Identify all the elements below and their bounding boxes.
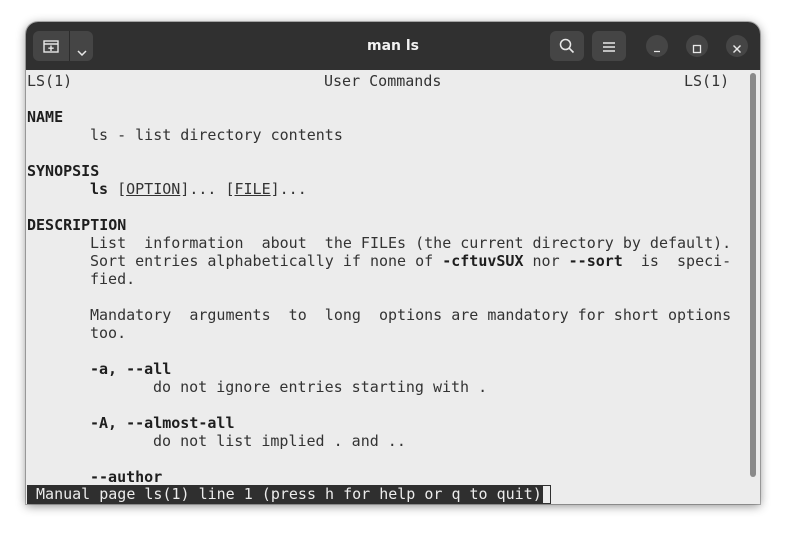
man-header-left: LS(1) xyxy=(27,72,73,90)
section-heading-name: NAME xyxy=(27,108,64,126)
option-author: --author xyxy=(90,468,163,486)
terminal-window: man ls LS(1) User Commands LS(1) NAME ls… xyxy=(26,22,760,504)
synopsis-line: ls [OPTION]... [FILE]... xyxy=(90,180,307,198)
name-text: ls - list directory contents xyxy=(90,126,343,144)
option-all-description: do not ignore entries starting with . xyxy=(153,378,488,396)
close-button[interactable] xyxy=(726,35,748,57)
close-icon xyxy=(732,41,742,53)
man-header-right: LS(1) xyxy=(684,72,730,90)
minimize-button[interactable] xyxy=(646,35,668,57)
maximize-icon xyxy=(692,41,702,54)
pager-status-line: Manual page ls(1) line 1 (press h for he… xyxy=(27,485,542,504)
description-text: nor xyxy=(523,252,569,270)
description-line: Sort entries alphabetically if none of -… xyxy=(90,252,731,270)
menu-button[interactable] xyxy=(592,31,626,61)
search-button[interactable] xyxy=(550,31,584,61)
description-line: List information about the FILEs (the cu… xyxy=(90,234,732,252)
description-line: Mandatory arguments to long options are … xyxy=(90,306,732,324)
minimize-icon xyxy=(652,41,662,53)
chevron-down-icon xyxy=(76,43,87,57)
description-line: fied. xyxy=(90,270,136,288)
man-header-center: User Commands xyxy=(324,72,442,90)
synopsis-option: OPTION xyxy=(126,180,181,198)
text-cursor xyxy=(542,485,551,504)
terminal-content[interactable]: LS(1) User Commands LS(1) NAME ls - list… xyxy=(26,70,760,504)
description-line: too. xyxy=(90,324,127,342)
search-icon xyxy=(559,38,575,54)
option-all: -a, --all xyxy=(90,360,172,378)
scrollbar[interactable] xyxy=(750,73,756,477)
synopsis-command: ls xyxy=(90,180,109,198)
option-almost-all: -A, --almost-all xyxy=(90,414,235,432)
description-text: is speci- xyxy=(622,252,732,270)
new-tab-split-button xyxy=(33,31,93,61)
new-tab-button[interactable] xyxy=(33,31,69,61)
hamburger-menu-icon xyxy=(602,40,616,52)
tab-menu-dropdown-button[interactable] xyxy=(70,31,93,61)
section-heading-description: DESCRIPTION xyxy=(27,216,127,234)
description-text: Sort entries alphabetically if none of xyxy=(90,252,443,270)
section-heading-synopsis: SYNOPSIS xyxy=(27,162,100,180)
maximize-button[interactable] xyxy=(686,35,708,57)
synopsis-bracket: ]... [ xyxy=(180,180,235,198)
description-flags: -cftuvSUX xyxy=(442,252,524,270)
option-almost-all-description: do not list implied . and .. xyxy=(153,432,406,450)
synopsis-bracket: ]... xyxy=(270,180,307,198)
description-sort-flag: --sort xyxy=(568,252,623,270)
new-tab-icon xyxy=(43,39,59,53)
synopsis-file: FILE xyxy=(234,180,271,198)
synopsis-bracket: [ xyxy=(117,180,127,198)
title-bar[interactable]: man ls xyxy=(26,22,760,70)
